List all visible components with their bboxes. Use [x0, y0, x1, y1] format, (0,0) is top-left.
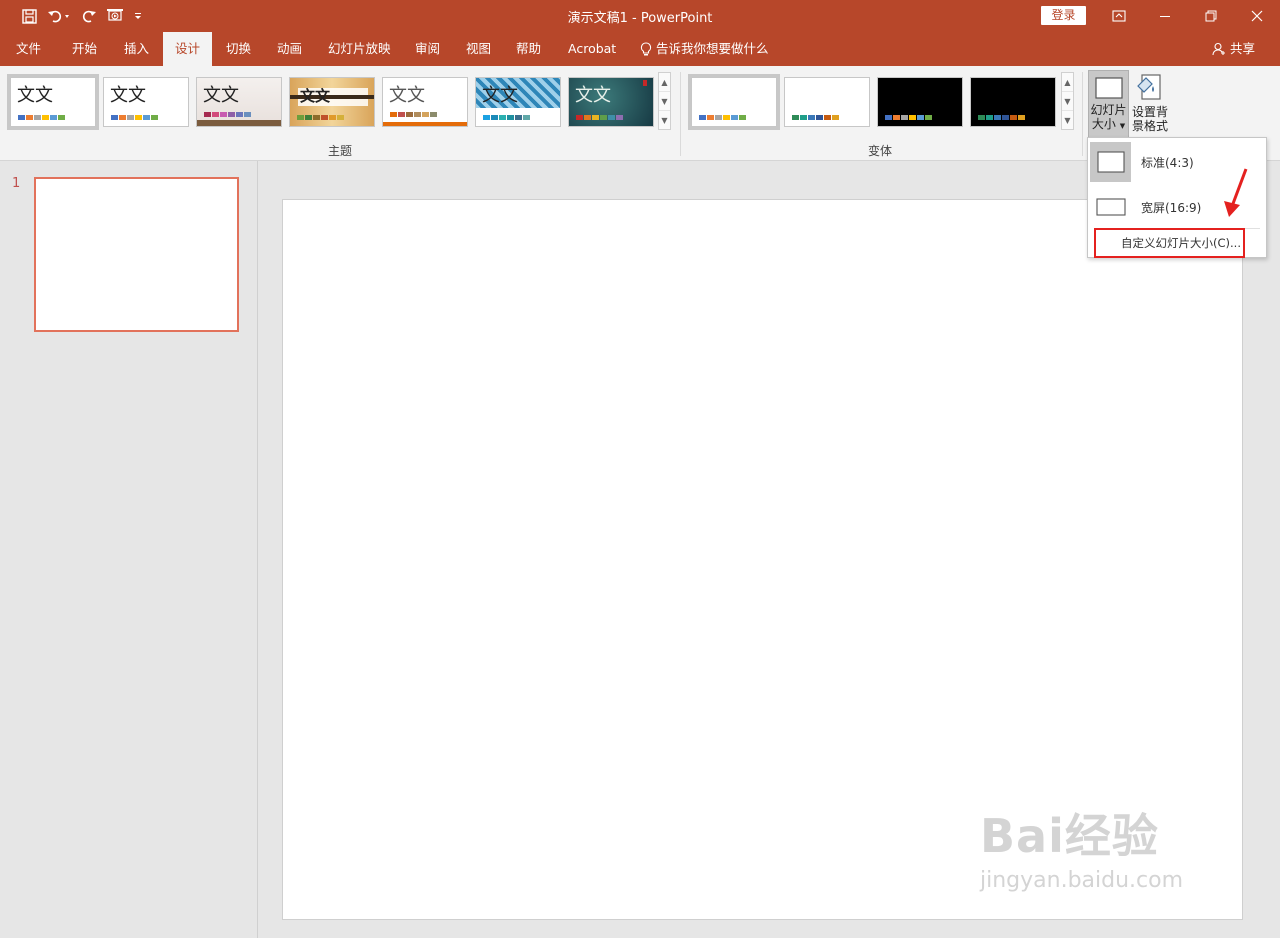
variant-2[interactable]	[784, 77, 870, 127]
theme-preview-text: 文文	[17, 85, 53, 106]
variant-up-icon[interactable]: ▲	[1062, 73, 1073, 92]
theme-ribbon-mark	[643, 80, 647, 86]
theme-office[interactable]: 文文	[7, 74, 99, 130]
variant-down-icon[interactable]: ▼	[1062, 92, 1073, 111]
tell-me-text: 告诉我你想要做什么	[656, 41, 769, 56]
gallery-more-icon[interactable]: ▼	[659, 111, 670, 130]
theme-office-2[interactable]: 文文	[103, 77, 189, 127]
variant-more-icon[interactable]: ▼	[1062, 111, 1073, 130]
variant-colors	[978, 115, 1025, 120]
theme-colors	[18, 115, 65, 120]
theme-5[interactable]: 文文	[382, 77, 468, 127]
share-label: 共享	[1230, 41, 1256, 56]
widescreen-slide-icon	[1096, 198, 1126, 216]
close-button[interactable]	[1234, 0, 1280, 32]
variant-4[interactable]	[970, 77, 1056, 127]
tab-animations[interactable]: 动画	[277, 32, 302, 66]
lightbulb-icon	[640, 41, 652, 55]
theme-bar	[197, 120, 281, 126]
group-separator	[1082, 72, 1083, 156]
theme-preview-text: 文文	[110, 85, 146, 106]
slide-size-icon	[1094, 77, 1123, 99]
theme-colors	[390, 112, 437, 117]
variant-1[interactable]	[688, 74, 780, 130]
format-background-icon	[1137, 74, 1161, 100]
variant-colors	[792, 115, 839, 120]
theme-colors	[576, 115, 623, 120]
restore-button[interactable]	[1188, 0, 1234, 32]
tab-slideshow[interactable]: 幻灯片放映	[328, 32, 391, 66]
theme-colors	[204, 112, 251, 117]
slide-size-label-2: 大小 ▼	[1091, 117, 1126, 131]
slide-size-button[interactable]: 幻灯片 大小 ▼	[1088, 70, 1129, 138]
chevron-down-icon: ▼	[1119, 122, 1126, 130]
slide-thumbnail[interactable]	[34, 177, 239, 332]
theme-colors	[111, 115, 158, 120]
restore-icon	[1205, 10, 1217, 22]
theme-preview-text: 文文	[389, 85, 425, 106]
gallery-up-icon[interactable]: ▲	[659, 73, 670, 92]
variant-colors	[699, 115, 746, 120]
menu-standard-label: 标准(4:3)	[1141, 156, 1194, 170]
tab-file[interactable]: 文件	[16, 32, 41, 66]
variants-group-label: 变体	[868, 144, 893, 158]
ribbon-display-options-button[interactable]	[1096, 0, 1142, 32]
tab-design[interactable]: 设计	[163, 32, 212, 66]
theme-7[interactable]: 文文	[568, 77, 654, 127]
format-background-button[interactable]: 设置背 景格式	[1131, 70, 1169, 133]
slide-size-label-1: 幻灯片	[1090, 103, 1127, 117]
tab-insert[interactable]: 插入	[124, 32, 149, 66]
theme-3[interactable]: 文文	[196, 77, 282, 127]
red-arrow-icon	[1224, 168, 1248, 217]
baidu-watermark: Bai经验 jingyan.baidu.com	[980, 800, 1183, 893]
format-bg-label-1: 设置背	[1131, 105, 1168, 119]
watermark-title: Bai经验	[980, 809, 1159, 863]
gallery-down-icon[interactable]: ▼	[659, 92, 670, 111]
theme-preview-text: 文文	[575, 85, 611, 106]
tab-acrobat[interactable]: Acrobat	[568, 32, 616, 66]
tab-help[interactable]: 帮助	[516, 32, 541, 66]
standard-icon-box	[1090, 142, 1131, 182]
slide-number: 1	[12, 176, 21, 191]
close-icon	[1251, 10, 1263, 22]
tab-home[interactable]: 开始	[72, 32, 97, 66]
slides-panel: 1	[0, 161, 258, 938]
standard-slide-icon	[1096, 151, 1125, 173]
theme-bar	[383, 122, 467, 126]
tab-transitions[interactable]: 切换	[226, 32, 251, 66]
theme-6[interactable]: 文文	[475, 77, 561, 127]
title-bar: 演示文稿1 - PowerPoint 登录	[0, 0, 1280, 32]
tab-view[interactable]: 视图	[466, 32, 491, 66]
window-title: 演示文稿1 - PowerPoint	[567, 11, 713, 26]
themes-group-label: 主题	[328, 144, 353, 158]
theme-4[interactable]: 文文	[289, 77, 375, 127]
watermark-url: jingyan.baidu.com	[980, 868, 1184, 893]
themes-gallery-scroll[interactable]: ▲ ▼ ▼	[658, 72, 671, 130]
theme-colors	[297, 115, 344, 120]
tell-me-search[interactable]: 告诉我你想要做什么	[640, 32, 769, 66]
minimize-icon	[1160, 16, 1170, 17]
format-bg-label-2: 景格式	[1131, 119, 1168, 133]
variant-colors	[885, 115, 932, 120]
person-add-icon	[1212, 42, 1225, 56]
menu-widescreen-label: 宽屏(16:9)	[1141, 201, 1202, 215]
group-separator	[680, 72, 681, 156]
theme-preview-text: 文文	[482, 85, 518, 106]
minimize-button[interactable]	[1142, 0, 1188, 32]
variant-3[interactable]	[877, 77, 963, 127]
ribbon-display-icon	[1112, 10, 1126, 22]
tab-review[interactable]: 审阅	[415, 32, 440, 66]
theme-preview-text: 文文	[203, 85, 239, 106]
share-button[interactable]: 共享	[1212, 32, 1255, 66]
highlight-box	[1094, 228, 1245, 258]
theme-colors	[483, 115, 530, 120]
login-button[interactable]: 登录	[1041, 6, 1086, 25]
variants-gallery-scroll[interactable]: ▲ ▼ ▼	[1061, 72, 1074, 130]
ribbon-tabs: 文件 开始 插入 设计 切换 动画 幻灯片放映 审阅 视图 帮助 Acrobat…	[0, 32, 1280, 66]
theme-preview-text: 文文	[300, 87, 331, 105]
